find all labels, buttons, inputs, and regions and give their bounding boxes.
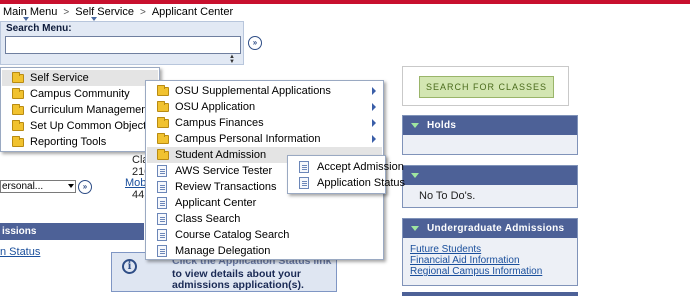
undergraduate-admissions-header[interactable]: Undergraduate Admissions [403,219,577,238]
financial-aid-link[interactable]: Financial Aid Information [410,255,520,266]
main-menu-panel: Self Service Campus Community Curriculum… [0,67,160,152]
chevron-down-icon [68,184,74,188]
scroll-arrows-icon[interactable]: ▲ ▼ [229,54,235,65]
folder-icon [12,120,24,131]
folder-icon [12,136,24,147]
menu-item-campus-finances[interactable]: Campus Finances [147,115,382,131]
breadcrumb-self-service[interactable]: Self Service [75,4,134,20]
chevron-right-icon: > [63,7,70,18]
menu-item-self-service[interactable]: Self Service [2,70,158,86]
submenu-arrow-icon [372,119,376,127]
breadcrumb-applicant-center[interactable]: Applicant Center [152,4,233,20]
undergraduate-admissions-pagelet: Undergraduate Admissions Future Students… [402,218,578,286]
pagelet-header-strip [402,292,578,296]
collapse-icon [411,173,419,178]
document-icon [157,245,167,257]
breadcrumb-main-menu[interactable]: Main Menu [3,4,57,20]
menu-item-set-up-common-objects[interactable]: Set Up Common Objects [2,118,158,134]
document-icon [299,177,309,189]
search-go-button[interactable]: » [248,36,262,50]
chevron-right-icon: > [139,7,146,18]
search-for-classes-button[interactable]: Search For Classes [419,76,554,98]
future-students-link[interactable]: Future Students [410,244,481,255]
personal-select-value: ersonal... [2,181,44,192]
folder-icon [157,149,169,160]
folder-icon [157,101,169,112]
menu-item-class-search[interactable]: Class Search [147,211,382,227]
breadcrumb: Main Menu > Self Service > Applicant Center [0,4,690,21]
info-icon: i [122,259,137,274]
todo-text: No To Do's. [419,190,476,202]
info-line: admissions application(s). [172,279,304,291]
submenu-arrow-icon [372,135,376,143]
menu-item-curriculum-management[interactable]: Curriculum Management [2,102,158,118]
document-icon [157,165,167,177]
collapse-icon [411,226,419,231]
document-icon [157,229,167,241]
folder-icon [12,72,24,83]
folder-icon [157,117,169,128]
personal-select[interactable]: ersonal... [0,180,76,193]
menu-item-osu-application[interactable]: OSU Application [147,99,382,115]
search-menu-panel: Search Menu: ▲ ▼ [0,21,244,65]
menu-item-accept-admission[interactable]: Accept Admission [289,159,404,175]
menu-item-reporting-tools[interactable]: Reporting Tools [2,134,158,150]
document-icon [157,197,167,209]
document-icon [157,213,167,225]
holds-header[interactable]: Holds [403,116,577,135]
go-button[interactable]: » [78,180,92,194]
student-admission-submenu: Accept Admission Application Status [287,155,405,194]
menu-item-application-status[interactable]: Application Status [289,175,405,191]
admissions-pagelet-header: issions [0,223,144,240]
submenu-arrow-icon [372,103,376,111]
holds-pagelet: Holds [402,115,578,155]
menu-item-course-catalog-search[interactable]: Course Catalog Search [147,227,382,243]
partial-text: 44 [132,189,145,201]
menu-item-applicant-center[interactable]: Applicant Center [147,195,382,211]
menu-item-osu-supplemental-applications[interactable]: OSU Supplemental Applications [147,83,382,99]
document-icon [157,181,167,193]
search-menu-label: Search Menu: [6,23,72,34]
menu-item-campus-personal-information[interactable]: Campus Personal Information [147,131,382,147]
search-menu-input[interactable] [5,36,241,54]
folder-icon [157,85,169,96]
submenu-arrow-icon [372,87,376,95]
collapse-icon [411,123,419,128]
todo-header[interactable] [403,166,577,185]
search-classes-box: Search For Classes [402,66,569,106]
document-icon [299,161,309,173]
folder-icon [12,88,24,99]
folder-icon [12,104,24,115]
menu-item-manage-delegation[interactable]: Manage Delegation [147,243,382,259]
regional-campus-link[interactable]: Regional Campus Information [410,266,542,277]
folder-icon [157,133,169,144]
todo-pagelet: No To Do's. [402,165,578,208]
application-status-link[interactable]: n Status [0,246,40,258]
menu-item-campus-community[interactable]: Campus Community [2,86,158,102]
